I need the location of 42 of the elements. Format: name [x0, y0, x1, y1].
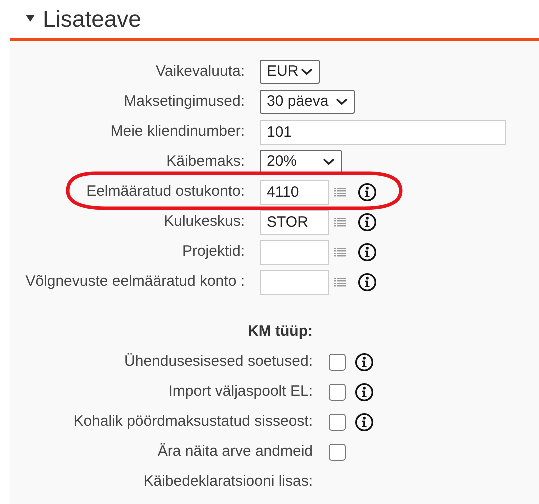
- input-field[interactable]: [260, 270, 329, 294]
- field-label: Eelmääratud ostukonto:: [86, 182, 245, 202]
- checkbox[interactable]: [329, 414, 346, 430]
- info-icon[interactable]: [355, 382, 374, 402]
- checkbox[interactable]: [329, 354, 346, 370]
- option-label: Kohalik pöördmaksustatud sisseost:: [72, 412, 313, 432]
- input-field[interactable]: [260, 240, 329, 264]
- checkbox[interactable]: [329, 444, 346, 460]
- info-icon[interactable]: [355, 412, 374, 432]
- section-title: Lisateave: [43, 4, 142, 34]
- list-icon[interactable]: [334, 276, 346, 288]
- info-icon[interactable]: [358, 242, 377, 262]
- list-icon[interactable]: [334, 186, 346, 198]
- chevron-down-icon: [336, 98, 348, 106]
- chevron-down-icon: [301, 68, 313, 76]
- field-label: Käibemaks:: [166, 152, 245, 172]
- info-icon[interactable]: [358, 182, 377, 202]
- option-label: Ühendusesisesed soetused:: [124, 352, 313, 372]
- dropdown[interactable]: EUR: [260, 60, 320, 84]
- info-icon[interactable]: [355, 352, 374, 372]
- list-icon[interactable]: [334, 216, 346, 228]
- field-label: Projektid:: [181, 242, 245, 262]
- option-label: Käibedeklaratsiooni lisas:: [142, 472, 313, 492]
- input-field[interactable]: 4110: [260, 180, 329, 204]
- field-label: Kulukeskus:: [163, 212, 245, 232]
- input-field[interactable]: 101: [260, 120, 506, 144]
- dropdown[interactable]: 20%: [260, 150, 342, 174]
- chevron-down-icon: [323, 158, 335, 166]
- option-label: Import väljaspoolt EL:: [168, 382, 313, 402]
- section-heading: KM tüüp:: [247, 322, 313, 342]
- collapse-triangle-icon[interactable]: [26, 15, 35, 23]
- field-label: Võlgnevuste eelmääratud konto :: [24, 272, 245, 292]
- field-label: Maksetingimused:: [123, 92, 245, 112]
- field-label: Meie kliendinumber:: [110, 122, 245, 142]
- list-icon[interactable]: [334, 246, 346, 258]
- checkbox[interactable]: [329, 384, 346, 400]
- dropdown[interactable]: 30 päeva: [260, 90, 355, 114]
- input-field[interactable]: STOR: [260, 210, 329, 234]
- option-label: Ära näita arve andmeid: [156, 442, 313, 462]
- field-label: Vaikevaluuta:: [155, 62, 245, 82]
- info-icon[interactable]: [358, 272, 377, 292]
- info-icon[interactable]: [358, 212, 377, 232]
